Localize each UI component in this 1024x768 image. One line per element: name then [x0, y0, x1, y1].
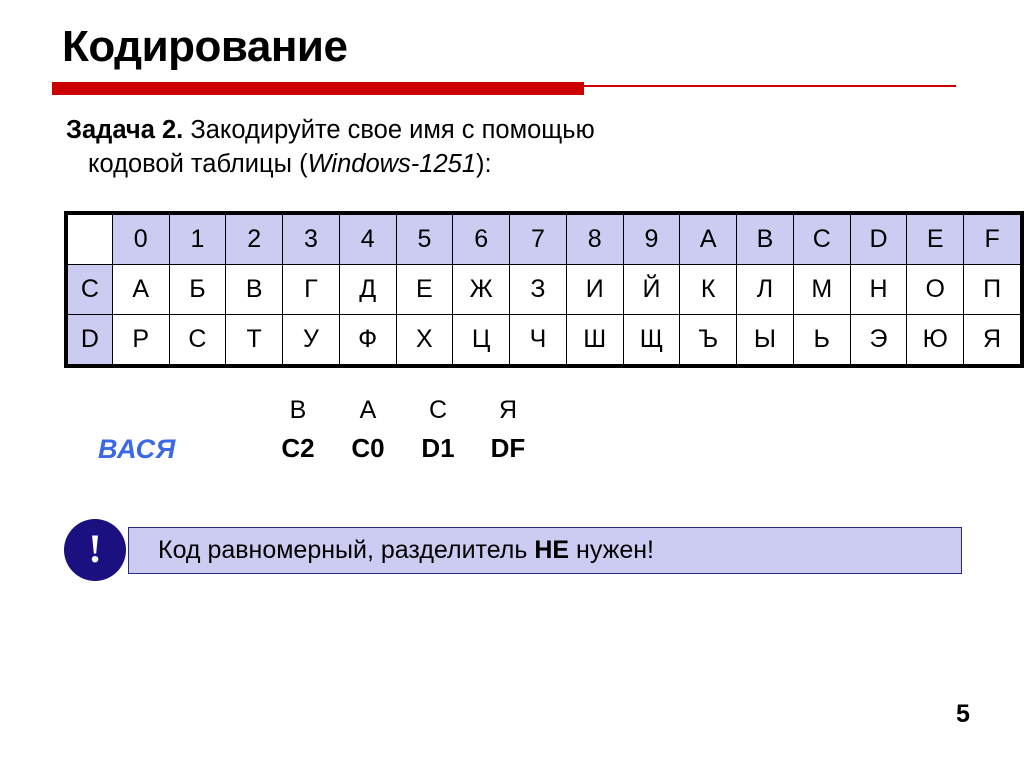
cell-C3: Г [282, 264, 340, 315]
exclamation-glyph: ! [88, 526, 102, 571]
page-number: 5 [956, 700, 970, 728]
example-letter-4: Я [498, 396, 518, 424]
col-header-C: C [792, 214, 851, 265]
example-codes-row: C2 C0 D1 DF [263, 428, 543, 468]
cell-C1: Б [168, 264, 227, 315]
encoding-example: ВАСЯ В А С Я C2 C0 D1 DF [0, 392, 1024, 487]
table-corner-cell [67, 214, 113, 265]
cell-D4: Ф [338, 314, 397, 365]
cell-DE: Ю [906, 314, 965, 365]
cell-D0: Р [111, 314, 170, 365]
exclamation-icon: ! [64, 519, 126, 581]
cell-CB: Л [736, 264, 794, 315]
task-line-2-before: кодовой таблицы ( [88, 149, 308, 178]
note-text-emphasis: НЕ [534, 536, 570, 564]
task-label: Задача 2. [66, 116, 184, 144]
cell-C7: З [509, 264, 567, 315]
cell-D2: Т [225, 314, 284, 365]
cell-CE: О [906, 264, 965, 315]
cell-C2: В [225, 264, 284, 315]
col-header-6: 6 [452, 214, 511, 265]
title-rule-thick [52, 82, 584, 95]
cell-C6: Ж [452, 264, 511, 315]
cell-D7: Ч [509, 314, 567, 365]
table-row: C А Б В Г Д Е Ж З И Й К Л М Н О П [67, 264, 1021, 315]
cell-DF: Я [963, 314, 1021, 365]
row-header-D: D [67, 314, 113, 365]
col-header-1: 1 [168, 214, 227, 265]
cell-D6: Ц [452, 314, 511, 365]
col-header-7: 7 [509, 214, 567, 265]
cell-DC: Ь [792, 314, 851, 365]
cell-CF: П [963, 264, 1021, 315]
cell-C0: А [111, 264, 170, 315]
example-letter-3: С [428, 396, 448, 424]
cell-D1: С [168, 314, 227, 365]
note-callout-text: Код равномерный, разделитель НЕ нужен! [158, 536, 654, 565]
page-title: Кодирование [62, 22, 348, 71]
cell-D3: У [282, 314, 340, 365]
example-letters-row: В А С Я [263, 392, 543, 428]
example-code-2: C0 [351, 433, 385, 463]
code-table: 0 1 2 3 4 5 6 7 8 9 A B C D E F C А Б В … [67, 214, 1021, 365]
col-header-2: 2 [225, 214, 284, 265]
row-header-C: C [67, 264, 113, 315]
task-line-1: Задача 2. Закодируйте свое имя с помощью [66, 114, 766, 148]
cell-D5: Х [395, 314, 454, 365]
cell-C4: Д [338, 264, 397, 315]
table-row: D Р С Т У Ф Х Ц Ч Ш Щ Ъ Ы Ь Э Ю Я [67, 314, 1021, 365]
cell-CA: К [679, 264, 738, 315]
example-code-4: DF [490, 433, 526, 463]
cell-DA: Ъ [679, 314, 738, 365]
example-grid: В А С Я C2 C0 D1 DF [263, 392, 543, 468]
task-line-2-after: ): [476, 149, 492, 178]
table-header-row: 0 1 2 3 4 5 6 7 8 9 A B C D E F [67, 214, 1021, 265]
col-header-9: 9 [622, 214, 681, 265]
note-text-before: Код равномерный, разделитель [158, 536, 535, 564]
col-header-8: 8 [565, 214, 624, 265]
cell-D9: Щ [622, 314, 681, 365]
example-code-1: C2 [281, 433, 315, 463]
col-header-4: 4 [338, 214, 397, 265]
cell-D8: Ш [565, 314, 624, 365]
col-header-B: B [736, 214, 794, 265]
task-encoding-name: Windows-1251 [307, 149, 477, 178]
col-header-5: 5 [395, 214, 454, 265]
cell-CC: М [792, 264, 851, 315]
cell-CD: Н [849, 264, 908, 315]
example-word: ВАСЯ [98, 434, 176, 464]
col-header-A: A [679, 214, 738, 265]
task-statement: Задача 2. Закодируйте свое имя с помощью… [66, 114, 766, 182]
col-header-F: F [963, 214, 1021, 265]
title-rule-thin [584, 85, 956, 87]
col-header-3: 3 [282, 214, 340, 265]
cell-C9: Й [622, 264, 681, 315]
example-code-3: D1 [421, 433, 455, 463]
note-text-after: нужен! [569, 536, 654, 564]
col-header-0: 0 [111, 214, 170, 265]
task-line-2: кодовой таблицы (Windows-1251): [66, 148, 766, 182]
col-header-E: E [906, 214, 965, 265]
col-header-D: D [849, 214, 908, 265]
cell-DB: Ы [736, 314, 794, 365]
task-line-1-rest: Закодируйте свое имя с помощью [183, 116, 595, 144]
example-letter-1: В [289, 396, 307, 424]
cell-C5: Е [395, 264, 454, 315]
example-letter-2: А [359, 396, 377, 424]
cell-DD: Э [849, 314, 908, 365]
code-table-container: 0 1 2 3 4 5 6 7 8 9 A B C D E F C А Б В … [64, 211, 1024, 368]
cell-C8: И [565, 264, 624, 315]
